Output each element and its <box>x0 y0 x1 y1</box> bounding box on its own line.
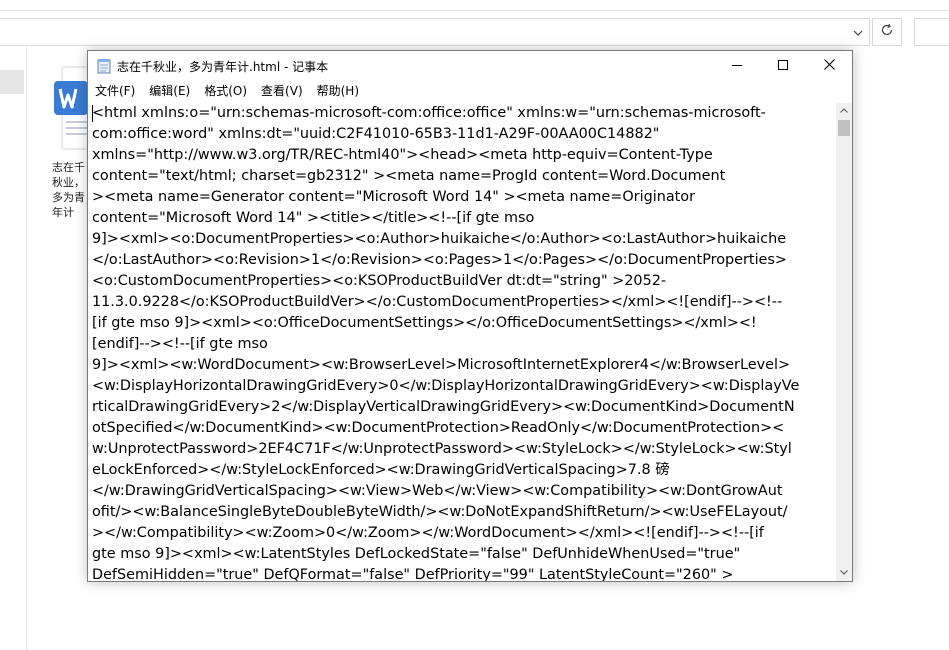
text-line: rticalDrawingGridEvery>2</w:DisplayVerti… <box>92 399 795 415</box>
text-line: 11.3.0.9228</o:KSOProductBuildVer></o:Cu… <box>92 294 783 310</box>
window-title: 志在千秋业，多为青年计.html - 记事本 <box>117 60 329 74</box>
menu-bar: 文件(F) 编辑(E) 格式(O) 查看(V) 帮助(H) <box>88 81 852 101</box>
minimize-button[interactable] <box>714 51 760 81</box>
text-line: </o:LastAuthor><o:Revision>1</o:Revision… <box>92 252 787 268</box>
chevron-up-icon <box>840 106 848 116</box>
close-icon <box>823 58 835 74</box>
text-line: ofit/><w:BalanceSingleByteDoubleByteWidt… <box>92 504 788 520</box>
maximize-icon <box>778 59 788 74</box>
text-line: 9]><xml><w:WordDocument><w:BrowserLevel>… <box>92 357 791 373</box>
menu-edit[interactable]: 编辑(E) <box>142 81 197 101</box>
text-line: ><meta name=Generator content="Microsoft… <box>92 189 696 205</box>
text-line: content="text/html; charset=gb2312" ><me… <box>92 168 726 184</box>
nav-pane-divider <box>26 46 27 650</box>
scroll-thumb[interactable] <box>838 120 850 136</box>
chevron-down-icon <box>840 568 848 578</box>
text-line: w:UnprotectPassword>2EF4C71F</w:Unprotec… <box>92 441 792 457</box>
refresh-icon <box>880 23 894 41</box>
text-line: [if gte mso 9]><xml><o:OfficeDocumentSet… <box>92 315 757 331</box>
scroll-up-button[interactable] <box>836 103 852 119</box>
close-button[interactable] <box>806 51 852 81</box>
text-line: <o:CustomDocumentProperties><o:KSOProduc… <box>92 273 667 289</box>
nav-pane-selected-item[interactable] <box>0 70 24 94</box>
explorer-title-strip <box>0 0 949 11</box>
text-line: [endif]--><!--[if gte mso <box>92 336 268 352</box>
text-line: DefSemiHidden="true" DefQFormat="false" … <box>92 567 734 581</box>
text-line: content="Microsoft Word 14" ><title></ti… <box>92 210 535 226</box>
text-line: otSpecified</w:DocumentKind><w:DocumentP… <box>92 420 785 436</box>
search-input[interactable] <box>914 18 949 46</box>
text-line: xmlns="http://www.w3.org/TR/REC-html40">… <box>92 147 713 163</box>
text-editor[interactable]: <html xmlns:o="urn:schemas-microsoft-com… <box>89 103 835 581</box>
menu-view[interactable]: 查看(V) <box>254 81 310 101</box>
address-bar[interactable] <box>0 18 870 46</box>
vertical-scrollbar[interactable] <box>836 103 852 581</box>
text-caret <box>92 105 93 122</box>
text-line: eLockEnforced></w:StyleLockEnforced><w:D… <box>92 462 670 478</box>
title-bar[interactable]: 志在千秋业，多为青年计.html - 记事本 <box>88 51 852 81</box>
chevron-down-icon <box>853 25 863 39</box>
address-dropdown-button[interactable] <box>846 18 870 46</box>
text-line: <html xmlns:o="urn:schemas-microsoft-com… <box>92 105 766 121</box>
text-line: </w:DrawingGridVerticalSpacing><w:View>W… <box>92 483 783 499</box>
menu-file[interactable]: 文件(F) <box>88 81 142 101</box>
text-line: com:office:word" xmlns:dt="uuid:C2F41010… <box>92 126 660 142</box>
maximize-button[interactable] <box>760 51 806 81</box>
text-line: gte mso 9]><xml><w:LatentStyles DefLocke… <box>92 546 741 562</box>
file-item-label: 志在千秋业，多为青年计 <box>52 161 85 219</box>
menu-help[interactable]: 帮助(H) <box>310 81 366 101</box>
text-line: 9]><xml><o:DocumentProperties><o:Author>… <box>92 231 787 247</box>
refresh-button[interactable] <box>872 18 902 46</box>
minimize-icon <box>732 59 742 74</box>
notepad-window: 志在千秋业，多为青年计.html - 记事本 文件(F) 编辑(E) 格式(O)… <box>87 50 853 582</box>
text-line: ></w:Compatibility><w:Zoom>0</w:Zoom></w… <box>92 525 764 541</box>
notepad-icon <box>96 58 112 74</box>
menu-format[interactable]: 格式(O) <box>197 81 254 101</box>
scroll-down-button[interactable] <box>836 565 852 581</box>
text-line: <w:DisplayHorizontalDrawingGridEvery>0</… <box>92 378 800 394</box>
